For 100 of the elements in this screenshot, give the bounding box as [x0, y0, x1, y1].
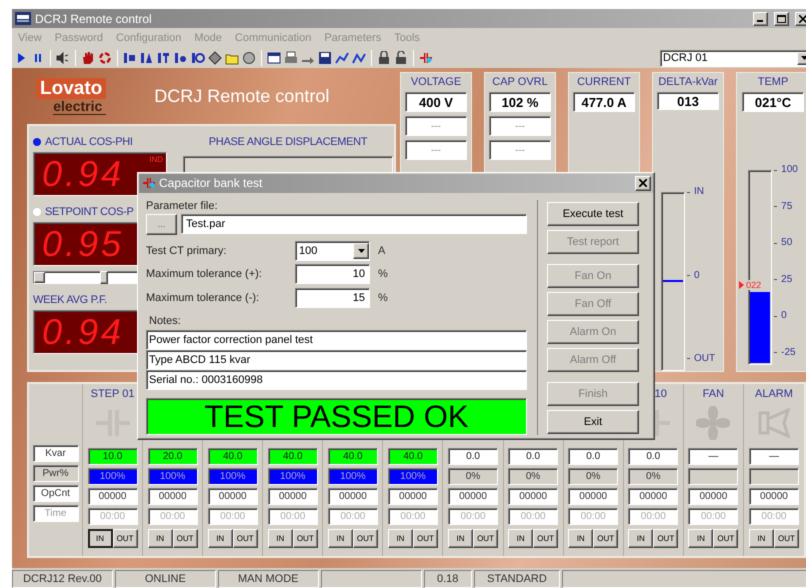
disk-icon[interactable]: [242, 51, 256, 65]
time-value: 00:00: [568, 508, 618, 525]
table-icon[interactable]: [267, 51, 281, 65]
printer-icon[interactable]: [284, 51, 298, 65]
unit-label: A: [378, 244, 386, 256]
time-value: 00:00: [88, 508, 138, 525]
switch-button[interactable]: OUT: [412, 529, 438, 548]
meter-value: ---: [489, 116, 551, 136]
input-field[interactable]: 15: [295, 288, 370, 308]
switch-button[interactable]: IN: [688, 529, 714, 548]
switch-button[interactable]: OUT: [112, 529, 138, 548]
unit-label: IND: [149, 155, 163, 164]
lock-icon[interactable]: [394, 51, 408, 65]
operation-count: 00000: [88, 488, 138, 505]
switch-button[interactable]: IN: [448, 529, 474, 548]
capacitor-icon[interactable]: [419, 51, 433, 65]
switch-button[interactable]: OUT: [533, 529, 558, 548]
tick-label: 100: [781, 164, 798, 176]
radio-button[interactable]: [33, 208, 41, 216]
capacitor-icon: [142, 176, 156, 190]
step-icon[interactable]: [123, 51, 137, 65]
notes-field[interactable]: Type ABCD 115 kvar: [146, 350, 527, 370]
time-value: 00:00: [628, 508, 678, 525]
unit-label: %: [378, 268, 389, 280]
kvar-value: 20.0: [148, 448, 198, 465]
power-value: 100%: [88, 468, 138, 485]
power-value: 100%: [268, 468, 318, 485]
switch-button[interactable]: IN: [148, 529, 173, 548]
close-button[interactable]: [635, 176, 651, 191]
tick-label: 0: [781, 310, 787, 322]
dialog-button[interactable]: Execute test: [547, 202, 639, 226]
chart-icon[interactable]: [352, 51, 366, 65]
caret-icon: [800, 56, 806, 60]
switch-button[interactable]: OUT: [653, 529, 678, 548]
display-value: 0.95: [42, 224, 124, 264]
dropdown-value: DCRJ 01: [663, 52, 708, 64]
speaker-icon[interactable]: [56, 51, 70, 65]
meter-label: CAP OVRL: [492, 76, 548, 88]
save-icon[interactable]: [318, 51, 332, 65]
notes-field[interactable]: Serial no.: 0003160998: [146, 370, 527, 390]
switch-button[interactable]: OUT: [774, 529, 799, 548]
power-value: 100%: [388, 468, 438, 485]
row-label: Pwr%: [32, 465, 78, 482]
switch-button[interactable]: IN: [88, 529, 113, 548]
switch-button[interactable]: IN: [748, 529, 774, 548]
radio-button[interactable]: [33, 138, 41, 146]
dialog-button[interactable]: Exit: [547, 410, 639, 434]
power-value: 100%: [208, 468, 258, 485]
diamond-icon[interactable]: [208, 51, 222, 65]
kvar-value: 0.0: [508, 448, 558, 465]
switch-button[interactable]: IN: [328, 529, 353, 548]
notes-field[interactable]: Power factor correction panel test: [146, 330, 527, 350]
step-icon[interactable]: [157, 51, 171, 65]
operation-count: 00000: [388, 488, 438, 505]
switch-button[interactable]: OUT: [473, 529, 498, 548]
step-icon[interactable]: [191, 51, 205, 65]
switch-button[interactable]: IN: [508, 529, 534, 548]
operation-count: 00000: [568, 488, 618, 505]
meter-label: VOLTAGE: [410, 76, 462, 88]
step-icon[interactable]: [174, 51, 188, 65]
step-header: STEP 01: [90, 388, 134, 402]
dialog-title: Capacitor bank test: [159, 176, 264, 190]
switch-button[interactable]: OUT: [352, 529, 378, 548]
lock-icon[interactable]: [377, 51, 391, 65]
slider-thumb[interactable]: [100, 271, 108, 284]
maximize-button[interactable]: [774, 12, 789, 26]
browse-button[interactable]: ...: [146, 214, 177, 234]
pointer-icon: [739, 280, 744, 289]
switch-button[interactable]: IN: [208, 529, 233, 548]
switch-button[interactable]: OUT: [593, 529, 618, 548]
step-icon[interactable]: [140, 51, 154, 65]
chart-icon[interactable]: [335, 51, 349, 65]
close-button[interactable]: [795, 12, 806, 26]
kvar-value: 40.0: [388, 448, 438, 465]
operation-count: 00000: [328, 488, 378, 505]
minimize-button[interactable]: [753, 12, 768, 26]
switch-button[interactable]: IN: [628, 529, 654, 548]
close-icon: [798, 14, 806, 22]
display-value: 0.94: [42, 154, 124, 194]
power-value: 100%: [148, 468, 198, 485]
app-title: DCRJ Remote control: [154, 86, 330, 106]
step-header: FAN: [702, 388, 724, 402]
unit-label: %: [378, 292, 389, 304]
switch-button[interactable]: OUT: [232, 529, 258, 548]
panel-label: PHASE ANGLE DISPLACEMENT: [208, 135, 368, 150]
hand-icon[interactable]: [81, 51, 95, 65]
switch-button[interactable]: IN: [388, 529, 413, 548]
select-field[interactable]: 100: [295, 240, 370, 260]
switch-button[interactable]: OUT: [172, 529, 198, 548]
switch-button[interactable]: OUT: [292, 529, 318, 548]
file-field[interactable]: Test.par: [181, 214, 527, 234]
switch-button[interactable]: IN: [268, 529, 293, 548]
step-header: 10: [654, 388, 668, 402]
switch-button[interactable]: OUT: [713, 529, 738, 548]
switch-button[interactable]: IN: [568, 529, 594, 548]
input-field[interactable]: 10: [295, 264, 370, 284]
meter-value: 400 V: [405, 92, 467, 112]
cycle-icon[interactable]: [98, 51, 112, 65]
device-dropdown[interactable]: DCRJ 01: [660, 50, 806, 66]
kvar-value: 40.0: [328, 448, 378, 465]
